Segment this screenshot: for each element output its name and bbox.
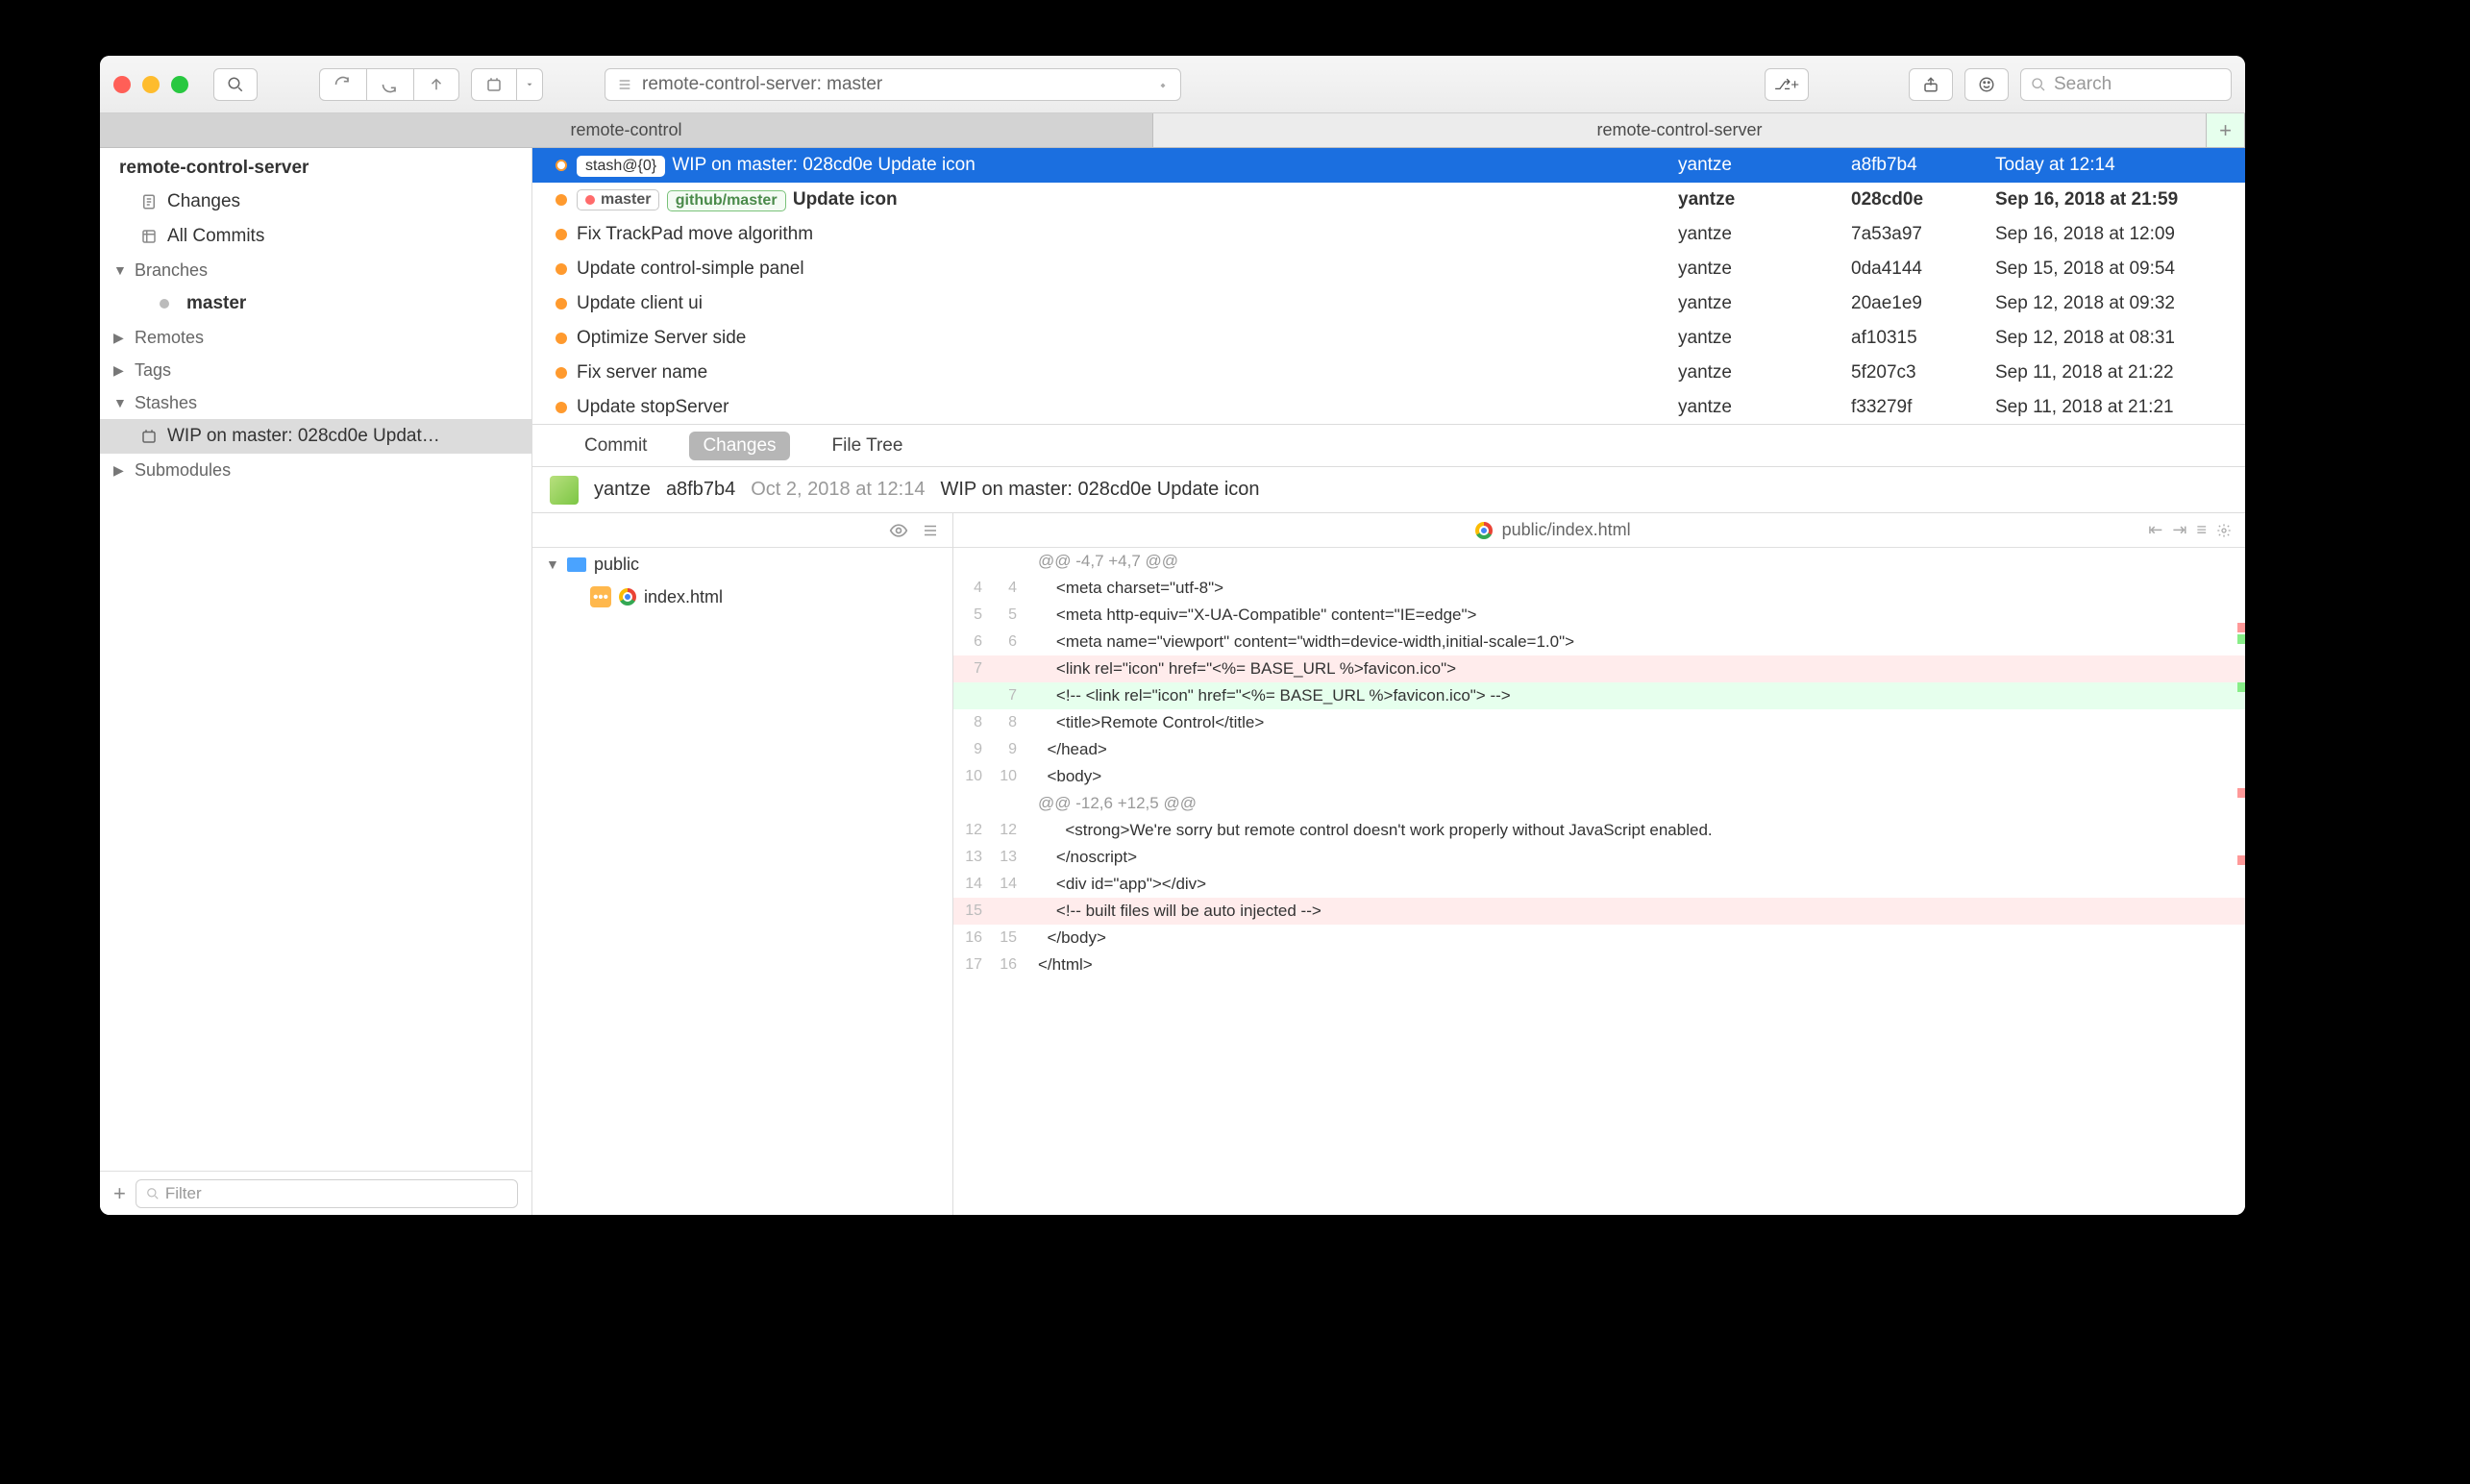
search-placeholder: Search (2054, 74, 2112, 95)
diff-line: 1615 </body> (953, 925, 2245, 952)
list-icon[interactable] (922, 522, 939, 539)
sidebar: remote-control-server Changes All Commit… (100, 148, 532, 1215)
diff-line: 15 <!-- built files will be auto injecte… (953, 898, 2245, 925)
commit-row[interactable]: Update control-simple panelyantze0da4144… (532, 252, 2245, 286)
diff-line: 88 <title>Remote Control</title> (953, 709, 2245, 736)
filter-input[interactable]: Filter (136, 1179, 518, 1208)
stash-button[interactable] (471, 68, 516, 101)
stash-dropdown[interactable] (516, 68, 543, 101)
preview-icon[interactable] (889, 521, 908, 540)
tab-add[interactable]: + (2207, 113, 2245, 147)
repo-tabs: remote-control remote-control-server + (100, 113, 2245, 148)
sidebar-item-changes[interactable]: Changes (100, 185, 531, 219)
file-tree: ▼ public ••• index.html (532, 513, 953, 1215)
diff-line: 1716</html> (953, 952, 2245, 978)
commit-message: WIP on master: 028cd0e Update icon (940, 479, 1259, 501)
diff-tool-icon[interactable]: ⇥ (2172, 520, 2186, 540)
commit-time: Oct 2, 2018 at 12:14 (751, 479, 925, 501)
commit-row[interactable]: stash@{0} WIP on master: 028cd0e Update … (532, 148, 2245, 183)
sidebar-item-all-commits[interactable]: All Commits (100, 219, 531, 254)
breadcrumb-label: remote-control-server: master (642, 74, 882, 95)
commit-row[interactable]: master github/master Update iconyantze02… (532, 183, 2245, 217)
diff-line: 44 <meta charset="utf-8"> (953, 575, 2245, 602)
fetch-button[interactable] (319, 68, 366, 101)
search-toolbar-button[interactable] (213, 68, 258, 101)
diff-line: @@ -12,6 +12,5 @@ (953, 790, 2245, 817)
add-icon[interactable]: + (113, 1181, 126, 1206)
app-window: remote-control-server: master ⎇+ Search … (100, 56, 2245, 1215)
diff-line: 1313 </noscript> (953, 844, 2245, 871)
diff-line: @@ -4,7 +4,7 @@ (953, 548, 2245, 575)
search-field[interactable]: Search (2020, 68, 2232, 101)
diff-file-path: public/index.html (1502, 520, 1631, 540)
diff-line: 1414 <div id="app"></div> (953, 871, 2245, 898)
diff-header: public/index.html ⇤ ⇥ ≡ (953, 513, 2245, 548)
chrome-icon (1475, 522, 1493, 539)
detail-tab-changes[interactable]: Changes (689, 432, 789, 460)
file-tree-folder[interactable]: ▼ public (532, 548, 952, 581)
commit-detail-header: yantze a8fb7b4 Oct 2, 2018 at 12:14 WIP … (532, 467, 2245, 513)
commit-row[interactable]: Fix TrackPad move algorithmyantze7a53a97… (532, 217, 2245, 252)
diff-tool-icon[interactable]: ≡ (2196, 520, 2207, 540)
diff-line: 1010 <body> (953, 763, 2245, 790)
stash-group (471, 68, 543, 101)
file-tree-file[interactable]: ••• index.html (532, 581, 952, 613)
commit-author: yantze (594, 479, 651, 501)
minimize-window-button[interactable] (142, 76, 160, 93)
diff-tool-icon[interactable]: ⇤ (2148, 520, 2162, 540)
new-branch-button[interactable]: ⎇+ (1765, 68, 1809, 101)
sidebar-repo-title: remote-control-server (100, 148, 531, 185)
diff-line: 7 <link rel="icon" href="<%= BASE_URL %>… (953, 655, 2245, 682)
push-button[interactable] (413, 68, 459, 101)
share-button[interactable] (1909, 68, 1953, 101)
sidebar-stash-item[interactable]: WIP on master: 028cd0e Updat… (100, 419, 531, 454)
tab-remote-control-server[interactable]: remote-control-server (1153, 113, 2207, 147)
emoji-button[interactable] (1964, 68, 2009, 101)
diff-pane: public/index.html ⇤ ⇥ ≡ @@ -4,7 +4, (953, 513, 2245, 1215)
avatar (550, 476, 579, 505)
folder-icon (567, 557, 586, 572)
pull-button[interactable] (366, 68, 413, 101)
diff-settings-icon[interactable] (2216, 523, 2232, 538)
diff-line: 7 <!-- <link rel="icon" href="<%= BASE_U… (953, 682, 2245, 709)
tab-remote-control[interactable]: remote-control (100, 113, 1153, 147)
close-window-button[interactable] (113, 76, 131, 93)
sidebar-section-stashes[interactable]: ▼Stashes (100, 386, 531, 419)
chrome-icon (619, 588, 636, 606)
commit-list: stash@{0} WIP on master: 028cd0e Update … (532, 148, 2245, 425)
titlebar: remote-control-server: master ⎇+ Search (100, 56, 2245, 113)
detail-tab-commit[interactable]: Commit (571, 432, 660, 460)
sidebar-section-remotes[interactable]: ▶Remotes (100, 321, 531, 354)
diff-line: 55 <meta http-equiv="X-UA-Compatible" co… (953, 602, 2245, 629)
diff-line: 99 </head> (953, 736, 2245, 763)
sidebar-section-tags[interactable]: ▶Tags (100, 354, 531, 386)
modified-badge: ••• (590, 586, 611, 607)
branch-selector[interactable]: remote-control-server: master (605, 68, 1181, 101)
diff-line: 66 <meta name="viewport" content="width=… (953, 629, 2245, 655)
commit-row[interactable]: Update client uiyantze20ae1e9Sep 12, 201… (532, 286, 2245, 321)
commit-row[interactable]: Update stopServeryantzef33279fSep 11, 20… (532, 390, 2245, 425)
commit-row[interactable]: Optimize Server sideyantzeaf10315Sep 12,… (532, 321, 2245, 356)
window-controls (113, 76, 188, 93)
sidebar-section-branches[interactable]: ▼Branches (100, 254, 531, 286)
diff-line: 1212 <strong>We're sorry but remote cont… (953, 817, 2245, 844)
commit-hash: a8fb7b4 (666, 479, 735, 501)
sidebar-branch-master[interactable]: master (100, 286, 531, 321)
commit-row[interactable]: Fix server nameyantze5f207c3Sep 11, 2018… (532, 356, 2245, 390)
zoom-window-button[interactable] (171, 76, 188, 93)
sidebar-section-submodules[interactable]: ▶Submodules (100, 454, 531, 486)
file-tree-toolbar (532, 513, 952, 548)
detail-tabs: Commit Changes File Tree (532, 425, 2245, 467)
sidebar-bottom-bar: + Filter (100, 1171, 531, 1215)
fetch-pull-push-group (319, 68, 459, 101)
detail-tab-file-tree[interactable]: File Tree (819, 432, 917, 460)
